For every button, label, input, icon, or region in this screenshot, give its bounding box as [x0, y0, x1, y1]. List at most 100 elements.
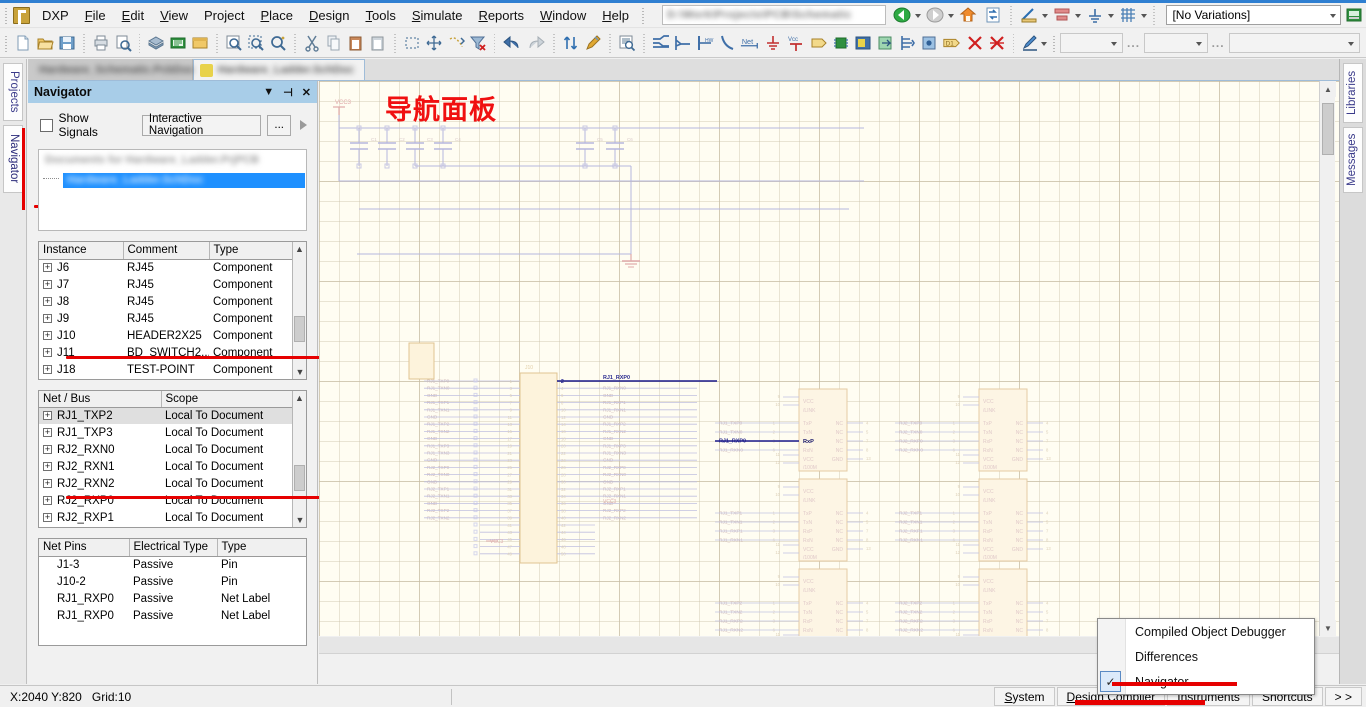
instances-scroll-down-icon[interactable]: ▼ — [294, 365, 306, 379]
table-row[interactable]: +RJ2_RXN0Local To Document — [39, 442, 292, 459]
canvas-vertical-scroll-thumb[interactable] — [1322, 103, 1334, 155]
expand-plus-icon[interactable]: + — [43, 411, 52, 420]
place-device-sheet-icon[interactable] — [919, 32, 939, 54]
menu-simulate[interactable]: Simulate — [404, 5, 471, 26]
navigator-tree-selected-item[interactable]: Hardware_Ladder.SchDoc — [63, 173, 305, 188]
place-signal-harness-icon[interactable] — [717, 32, 737, 54]
navigator-document-tree[interactable]: Documents for Hardware_Ladder.PrjPCB Har… — [38, 149, 307, 231]
place-bus-entry-icon[interactable] — [673, 32, 693, 54]
table-row[interactable]: +RJ2_RXP1Local To Document — [39, 510, 292, 527]
clear-filter-icon[interactable] — [468, 32, 488, 54]
table-row[interactable]: +RJ1_TXP2Local To Document — [39, 408, 292, 425]
menu-project[interactable]: Project — [196, 5, 252, 26]
nets-scroll-down-icon[interactable]: ▼ — [294, 513, 306, 527]
context-menu-item-differences[interactable]: Differences — [1098, 644, 1314, 669]
expand-plus-icon[interactable]: + — [43, 348, 52, 357]
dxp-logo-icon[interactable] — [13, 7, 30, 24]
table-row[interactable]: +J8RJ45Component — [39, 293, 292, 310]
updown-sync-icon[interactable] — [561, 32, 581, 54]
measure-dropdown-icon[interactable] — [1042, 12, 1049, 19]
align-icon[interactable] — [1051, 4, 1073, 26]
place-wire-icon[interactable]: HW — [695, 32, 715, 54]
measure-icon[interactable] — [1018, 4, 1040, 26]
place-net-label-icon[interactable]: Net — [739, 32, 761, 54]
filter-combo-1-chevron-down-icon[interactable] — [1111, 40, 1118, 47]
table-row[interactable]: +RJ1_TXP3Local To Document — [39, 425, 292, 442]
save-icon[interactable] — [57, 32, 77, 54]
canvas-scroll-up-icon[interactable]: ▲ — [1320, 81, 1336, 97]
sidebar-tab-libraries[interactable]: Libraries — [1343, 63, 1363, 123]
nets-scroll-thumb[interactable] — [294, 465, 305, 491]
schematic-sheet-icon[interactable] — [168, 32, 188, 54]
instances-scroll-up-icon[interactable]: ▲ — [293, 242, 306, 256]
table-row[interactable]: +RJ2_RXN2Local To Document — [39, 476, 292, 493]
annotate-icon[interactable] — [583, 32, 603, 54]
canvas-scroll-down-icon[interactable]: ▼ — [1320, 620, 1336, 636]
table-row[interactable]: +J10HEADER2X25Component — [39, 327, 292, 344]
filter-combo-1[interactable] — [1060, 33, 1124, 53]
table-row[interactable]: J10-2PassivePin — [39, 573, 306, 590]
forward-dropdown-icon[interactable] — [948, 12, 955, 19]
nets-scrollbar[interactable]: ▲ ▼ — [292, 391, 306, 528]
expand-plus-icon[interactable]: + — [43, 496, 52, 505]
expand-plus-icon[interactable]: + — [43, 331, 52, 340]
table-row[interactable]: +J6RJ45Component — [39, 259, 292, 276]
navigator-pin-icon[interactable]: ⊣ — [283, 86, 293, 99]
back-dropdown-icon[interactable] — [915, 12, 922, 19]
home-icon[interactable] — [957, 4, 979, 26]
nets-scroll-up-icon[interactable]: ▲ — [293, 391, 306, 405]
back-icon[interactable] — [891, 4, 913, 26]
menu-design[interactable]: Design — [301, 5, 357, 26]
menu-edit[interactable]: Edit — [114, 5, 152, 26]
filter-combo-2-chevron-down-icon[interactable] — [1196, 40, 1203, 47]
menu-help[interactable]: Help — [594, 5, 637, 26]
redo-icon[interactable] — [525, 32, 547, 54]
menu-file[interactable]: File — [77, 5, 114, 26]
sidebar-tab-projects[interactable]: Projects — [3, 63, 23, 121]
place-sheet-symbol-icon[interactable] — [853, 32, 873, 54]
new-document-icon[interactable] — [13, 32, 33, 54]
expand-plus-icon[interactable]: + — [43, 462, 52, 471]
status-panel-system[interactable]: System — [994, 687, 1054, 706]
navigator-close-icon[interactable]: ✕ — [302, 86, 311, 99]
align-dropdown-icon[interactable] — [1075, 12, 1082, 19]
canvas-vertical-scrollbar[interactable]: ▲ ▼ — [1319, 81, 1335, 636]
sidebar-tab-navigator[interactable]: Navigator — [3, 125, 23, 193]
panel-icon[interactable] — [190, 32, 210, 54]
undo-icon[interactable] — [501, 32, 523, 54]
place-port-icon[interactable] — [809, 32, 829, 54]
forward-icon[interactable] — [924, 4, 946, 26]
filter-combo-3[interactable] — [1229, 33, 1360, 53]
expand-plus-icon[interactable]: + — [43, 297, 52, 306]
output-job-icon[interactable] — [1343, 4, 1365, 26]
place-gnd-icon[interactable] — [763, 32, 783, 54]
place-directive-icon[interactable]: D1 — [941, 32, 963, 54]
table-row[interactable]: J1-3PassivePin — [39, 556, 306, 573]
refresh-document-icon[interactable] — [982, 4, 1004, 26]
gnd-symbol-icon[interactable] — [1084, 4, 1106, 26]
nav-toolbar-gripper[interactable] — [640, 6, 648, 24]
menu-bar-gripper[interactable] — [3, 6, 11, 24]
open-folder-icon[interactable] — [35, 32, 55, 54]
address-bar[interactable]: D:\Work\Projects\PCB\Schematic — [662, 5, 887, 25]
filter-combo-2[interactable] — [1144, 33, 1208, 53]
expand-plus-icon[interactable]: + — [43, 365, 52, 374]
nets-col-scope[interactable]: Scope — [161, 391, 292, 408]
place-bus-icon[interactable] — [651, 32, 671, 54]
document-tab-pcb[interactable]: Hardware_Schematic.PcbDoc — [28, 59, 193, 80]
nets-col-netbus[interactable]: Net / Bus — [39, 391, 161, 408]
instances-col-instance[interactable]: Instance — [39, 242, 123, 259]
browse-component-icon[interactable] — [617, 32, 637, 54]
instances-col-type[interactable]: Type — [209, 242, 292, 259]
table-row[interactable]: +J18TEST-POINTComponent — [39, 361, 292, 378]
move-icon[interactable] — [424, 32, 444, 54]
toolbar-gripper[interactable] — [3, 34, 10, 52]
navigator-chevron-down-icon[interactable]: ▼ — [263, 86, 274, 98]
zoom-area-icon[interactable] — [246, 32, 266, 54]
expand-plus-icon[interactable]: + — [43, 445, 52, 454]
sidebar-tab-messages[interactable]: Messages — [1343, 127, 1363, 193]
table-row[interactable]: RJ1_RXP0PassiveNet Label — [39, 607, 306, 624]
table-row[interactable]: RJ1_RXP0PassiveNet Label — [39, 590, 306, 607]
table-row[interactable]: +J7RJ45Component — [39, 276, 292, 293]
paste-special-icon[interactable] — [368, 32, 388, 54]
